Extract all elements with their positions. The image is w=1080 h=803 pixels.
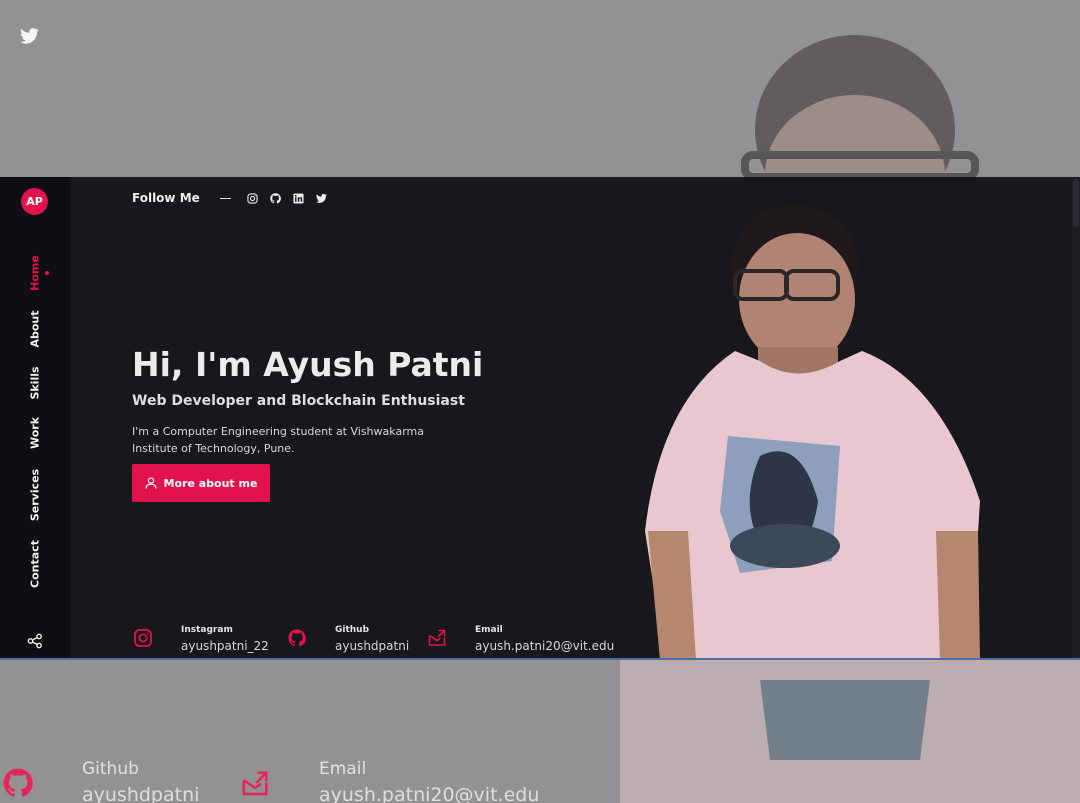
scrollbar[interactable]	[1072, 177, 1080, 658]
nav-item-home[interactable]: Home	[29, 255, 42, 291]
follow-label: Follow Me	[132, 191, 200, 205]
nav-item-about[interactable]: About	[29, 310, 42, 347]
more-about-me-button[interactable]: More about me	[132, 464, 270, 502]
instagram-icon[interactable]	[247, 192, 258, 204]
active-indicator	[45, 271, 49, 275]
github-icon[interactable]	[270, 192, 281, 204]
nav-item-contact[interactable]: Contact	[29, 540, 42, 588]
share-icon[interactable]	[27, 633, 43, 649]
follow-bar: Follow Me	[132, 191, 339, 205]
contact-value-github[interactable]: ayushdpatni	[335, 639, 409, 653]
scrollbar-thumb[interactable]	[1073, 179, 1079, 227]
portfolio-window: AP Home About Skills Work Services Conta…	[0, 177, 1080, 660]
hero-subtitle: Web Developer and Blockchain Enthusiast	[132, 393, 465, 409]
nav-item-skills[interactable]: Skills	[29, 366, 42, 399]
hero-description: I'm a Computer Engineering student at Vi…	[132, 425, 424, 455]
contact-label-instagram: Instagram	[181, 625, 233, 635]
nav-item-work[interactable]: Work	[29, 417, 42, 449]
contact-label-github: Github	[335, 625, 370, 635]
hero-title: Hi, I'm Ayush Patni	[132, 345, 484, 384]
github-icon	[3, 768, 33, 797]
twitter-icon[interactable]	[315, 193, 327, 204]
contact-value-email[interactable]: ayush.patni20@vit.edu	[475, 639, 614, 653]
contact-label-email: Email	[475, 625, 503, 635]
mail-icon	[242, 771, 268, 796]
bg-github-label: Github	[82, 759, 139, 779]
mail-icon[interactable]	[428, 629, 446, 647]
nav-item-services[interactable]: Services	[29, 469, 42, 521]
linkedin-icon[interactable]	[293, 192, 304, 204]
button-label: More about me	[163, 476, 258, 490]
portrait-photo	[645, 205, 980, 658]
twitter-icon	[20, 28, 39, 44]
user-icon	[144, 477, 157, 489]
github-icon[interactable]	[288, 629, 306, 647]
divider	[219, 197, 231, 199]
contact-value-instagram[interactable]: ayushpatni_22	[181, 639, 269, 653]
instagram-icon[interactable]	[134, 629, 152, 647]
bg-github-value: ayushdpatni	[82, 784, 200, 803]
logo[interactable]: AP	[21, 188, 48, 215]
bg-email-label: Email	[319, 759, 367, 779]
sidebar: AP Home About Skills Work Services Conta…	[0, 177, 70, 658]
bg-email-value: ayush.patni20@vit.edu	[319, 784, 540, 803]
